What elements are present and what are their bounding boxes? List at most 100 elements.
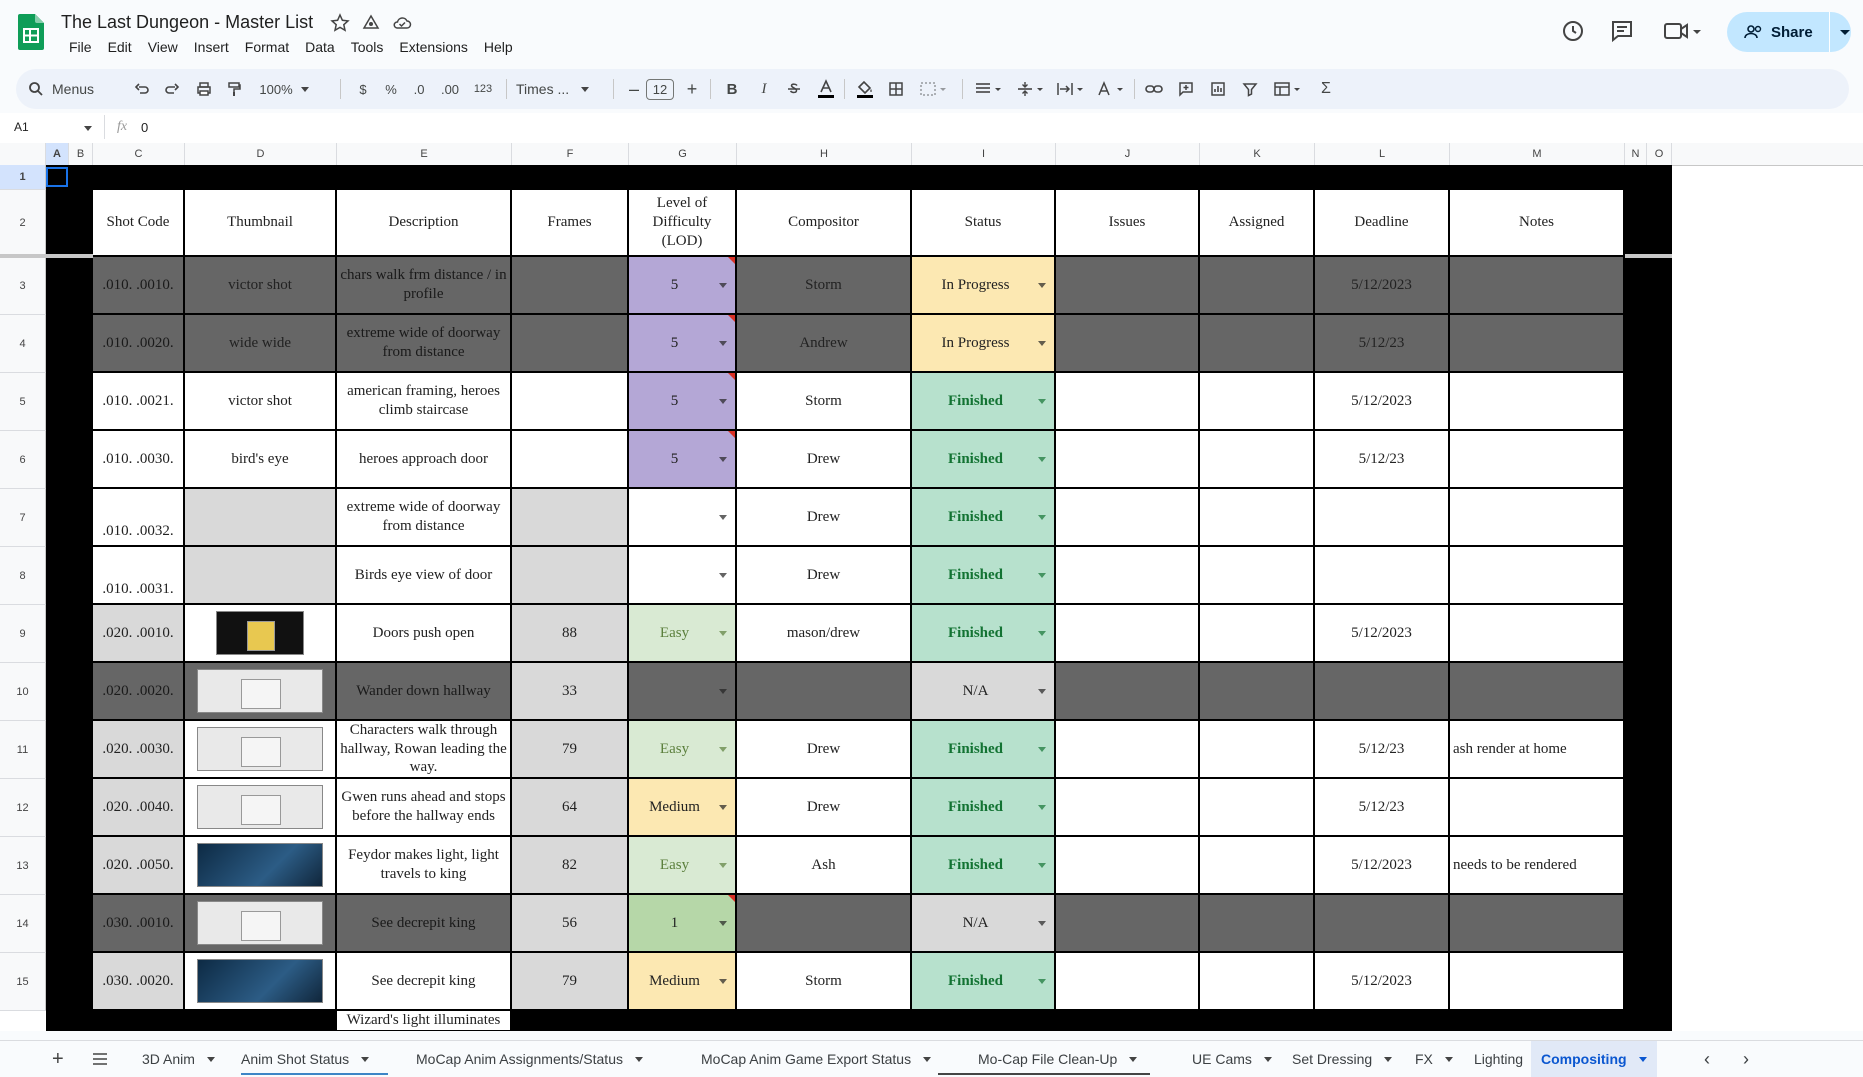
lod-dropdown[interactable]: 5 (629, 431, 737, 489)
vertical-align-button[interactable] (1012, 69, 1050, 109)
status-dropdown[interactable]: N/A (912, 895, 1056, 953)
thumbnail-cell[interactable] (185, 489, 337, 547)
frames-cell[interactable]: 79 (512, 953, 629, 1011)
assigned-cell[interactable] (1200, 489, 1315, 547)
chevron-down-icon[interactable] (1638, 1056, 1647, 1062)
number-format-button[interactable]: 123 (468, 69, 498, 109)
thumbnail-cell[interactable]: wide wide (185, 315, 337, 373)
lod-dropdown[interactable]: 5 (629, 373, 737, 431)
sheet-tab-anim-shot-status[interactable]: Anim Shot Status (241, 1041, 370, 1077)
deadline-cell[interactable]: 5/12/23 (1315, 779, 1450, 837)
text-color-button[interactable] (812, 69, 840, 109)
text-rotation-button[interactable] (1092, 69, 1130, 109)
all-sheets-button[interactable] (92, 1041, 108, 1077)
compositor-cell[interactable] (737, 895, 912, 953)
notes-cell[interactable]: needs to be rendered (1450, 837, 1625, 895)
chevron-down-icon[interactable] (1129, 1056, 1138, 1062)
header-status[interactable]: Status (912, 190, 1056, 257)
description-cell[interactable]: Gwen runs ahead and stops before the hal… (337, 779, 512, 837)
row-header-2[interactable]: 2 (0, 190, 46, 257)
sheet-tab-set-dressing[interactable]: Set Dressing (1292, 1041, 1393, 1077)
compositor-cell[interactable]: Andrew (737, 315, 912, 373)
compositor-cell[interactable] (737, 1011, 912, 1013)
assigned-cell[interactable] (1200, 837, 1315, 895)
row-header-13[interactable]: 13 (0, 837, 46, 895)
description-cell[interactable]: extreme wide of doorway from distance (337, 315, 512, 373)
assigned-cell[interactable] (1200, 431, 1315, 489)
compositor-cell[interactable]: Drew (737, 431, 912, 489)
description-cell[interactable]: Birds eye view of door (337, 547, 512, 605)
shot-code-cell[interactable] (93, 1011, 185, 1013)
header-thumbnail[interactable]: Thumbnail (185, 190, 337, 257)
strikethrough-button[interactable] (780, 69, 808, 109)
filter-views-button[interactable] (1268, 69, 1308, 109)
frames-cell[interactable] (512, 489, 629, 547)
chevron-down-icon[interactable] (361, 1056, 370, 1062)
scroll-tabs-right-button[interactable]: › (1743, 1041, 1749, 1077)
row-header-1[interactable]: 1 (0, 165, 46, 190)
sheet-tab-mocap-anim-game-export-status[interactable]: MoCap Anim Game Export Status (701, 1041, 932, 1077)
deadline-cell[interactable]: 5/12/23 (1315, 315, 1450, 373)
compositor-cell[interactable]: Storm (737, 373, 912, 431)
issues-cell[interactable] (1056, 1011, 1200, 1013)
formula-input[interactable]: 0 (141, 120, 148, 135)
search-menus[interactable]: Menus (28, 69, 118, 109)
assigned-cell[interactable] (1200, 779, 1315, 837)
shot-code-cell[interactable]: .010. .0010. (93, 257, 185, 315)
menu-edit[interactable]: Edit (100, 39, 140, 55)
selected-cell-a1[interactable] (46, 167, 68, 187)
share-button[interactable]: Share (1727, 12, 1851, 52)
notes-cell[interactable] (1450, 315, 1625, 373)
text-wrapping-button[interactable] (1052, 69, 1090, 109)
lod-dropdown[interactable]: Medium (629, 779, 737, 837)
shot-code-cell[interactable]: .030. .0020. (93, 953, 185, 1011)
meet-video-icon[interactable] (1662, 18, 1702, 44)
assigned-cell[interactable] (1200, 315, 1315, 373)
description-cell[interactable]: Wander down hallway (337, 663, 512, 721)
insert-comment-button[interactable] (1172, 69, 1200, 109)
header-frames[interactable]: Frames (512, 190, 629, 257)
description-cell[interactable]: Characters walk through hallway, Rowan l… (337, 721, 512, 779)
issues-cell[interactable] (1056, 663, 1200, 721)
description-cell[interactable]: chars walk frm distance / in profile (337, 257, 512, 315)
header-issues[interactable]: Issues (1056, 190, 1200, 257)
version-history-icon[interactable] (1560, 18, 1586, 44)
description-cell[interactable]: See decrepit king (337, 953, 512, 1011)
fill-color-button[interactable] (850, 69, 880, 109)
notes-cell[interactable] (1450, 953, 1625, 1011)
status-dropdown[interactable]: Finished (912, 837, 1056, 895)
deadline-cell[interactable]: 5/12/2023 (1315, 605, 1450, 663)
status-dropdown[interactable]: In Progress (912, 257, 1056, 315)
row-header-9[interactable]: 9 (0, 605, 46, 663)
shot-code-cell[interactable]: .020. .0030. (93, 721, 185, 779)
sheets-logo-icon[interactable] (18, 14, 44, 50)
frames-cell[interactable] (512, 257, 629, 315)
description-cell[interactable]: Feydor makes light, light travels to kin… (337, 837, 512, 895)
issues-cell[interactable] (1056, 837, 1200, 895)
compositor-cell[interactable]: Ash (737, 837, 912, 895)
currency-button[interactable]: $ (350, 69, 376, 109)
increase-decimal-button[interactable]: .00 (436, 69, 464, 109)
notes-cell[interactable] (1450, 373, 1625, 431)
header-shot-code[interactable]: Shot Code (93, 190, 185, 257)
lod-dropdown[interactable]: 5 (629, 257, 737, 315)
issues-cell[interactable] (1056, 489, 1200, 547)
italic-button[interactable]: I (750, 69, 778, 109)
frames-cell[interactable] (512, 1011, 629, 1013)
description-cell[interactable]: See decrepit king (337, 895, 512, 953)
lod-dropdown[interactable] (629, 1011, 737, 1013)
description-cell[interactable]: heroes approach door (337, 431, 512, 489)
sheet-tab-3d-anim[interactable]: 3D Anim (142, 1041, 215, 1077)
deadline-cell[interactable]: 5/12/2023 (1315, 837, 1450, 895)
shot-code-cell[interactable]: .020. .0020. (93, 663, 185, 721)
star-icon[interactable] (330, 13, 350, 33)
description-cell[interactable]: extreme wide of doorway from distance (337, 489, 512, 547)
status-dropdown[interactable]: Finished (912, 547, 1056, 605)
row-header-12[interactable]: 12 (0, 779, 46, 837)
lod-dropdown[interactable] (629, 489, 737, 547)
horizontal-align-button[interactable] (970, 69, 1008, 109)
compositor-cell[interactable]: mason/drew (737, 605, 912, 663)
issues-cell[interactable] (1056, 953, 1200, 1011)
notes-cell[interactable] (1450, 605, 1625, 663)
row-header-14[interactable]: 14 (0, 895, 46, 953)
